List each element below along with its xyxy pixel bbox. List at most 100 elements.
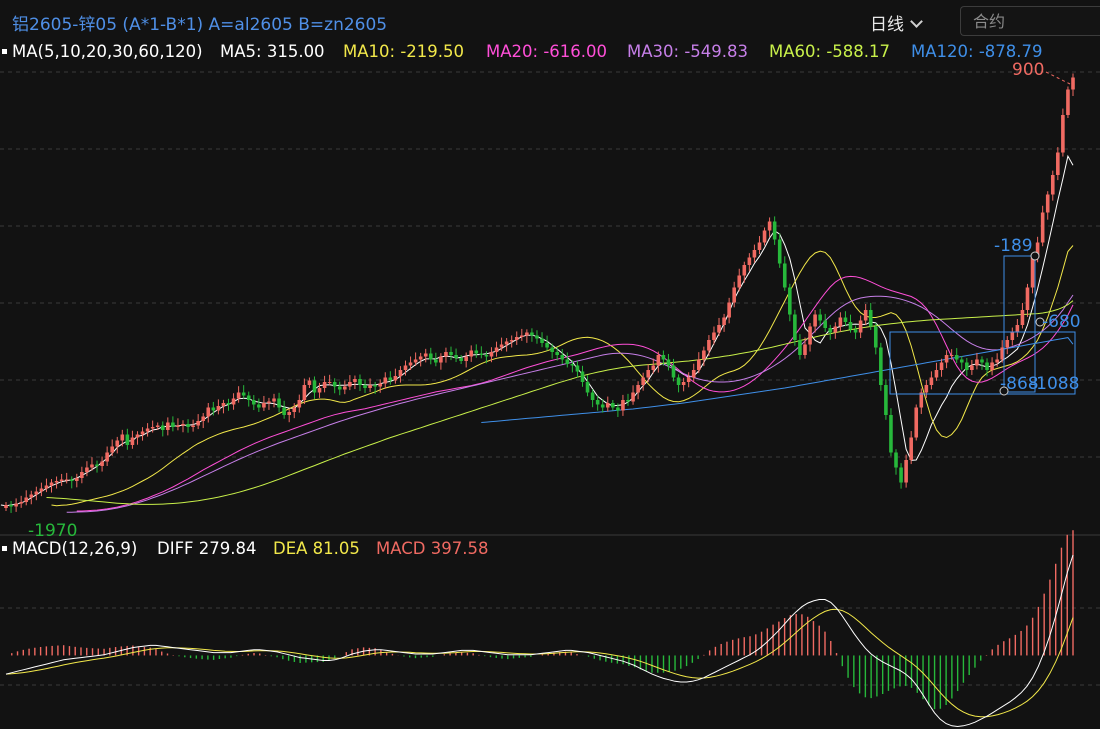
candle-body [115,440,120,447]
candle-body [454,355,458,358]
candle-body [626,400,630,402]
candle-body [95,464,99,466]
candle-body [985,362,989,370]
candle-body [1050,175,1055,195]
candle-body [257,404,261,408]
candle-body [570,364,575,366]
candle-body [772,221,777,240]
candle-body [929,377,934,385]
candle-body [959,359,964,363]
candle-body [555,352,559,355]
candle-body [181,424,185,426]
candle-body [413,359,418,363]
candle-body [803,344,807,355]
candle-body [661,355,666,360]
candle-body [74,478,79,481]
candle-body [378,383,383,387]
candle-body [707,340,711,351]
candle-body [24,497,29,502]
candle-body [246,395,251,400]
candle-body [696,359,701,370]
candle-body [1045,194,1050,213]
candle-body [1025,287,1030,310]
candle-body [1030,257,1035,288]
low-marker-label: -1970 [28,521,77,541]
candle-body [752,250,757,258]
candle-body [646,370,651,378]
candle-body [469,350,474,357]
candle-body [838,317,843,327]
candle-body [565,359,570,364]
candle-body [671,365,676,378]
candle-body [990,362,994,370]
candle-body [560,355,565,360]
candle-body [403,365,408,370]
high-marker-leader [1045,71,1071,85]
candle-body [383,377,388,384]
candle-body [600,404,605,408]
candle-body [520,335,524,337]
candle-body [241,392,246,396]
candle-body [130,437,135,445]
candle-body [808,326,812,345]
candle-body [954,355,959,360]
candle-body [848,322,853,330]
candle-body [100,461,104,466]
candle-body [155,425,160,427]
candle-body [408,362,413,366]
candle-body [358,379,362,385]
candle-body [894,452,898,468]
candle-body [59,479,64,481]
candle-body [793,314,797,340]
candle-body [980,359,984,363]
candle-body [939,362,944,370]
candle-body [575,365,580,372]
candle-body [975,359,979,366]
candle-body [788,287,792,315]
candle-body [550,347,554,352]
candle-body [418,356,423,360]
candle-body [105,452,109,462]
candle-body [757,242,762,250]
candle-body [813,314,817,327]
candle-body [216,406,221,411]
candle-body [221,403,226,406]
candle-body [287,412,291,415]
box-top-label: -189 [994,236,1033,256]
candle-body [34,491,39,495]
candle-body [444,352,448,357]
candle-body [388,377,393,381]
candle-body [201,416,206,421]
candle-body [585,382,590,393]
candle-body [884,385,888,415]
candle-body [666,359,671,366]
candle-body [393,376,398,381]
candle-body [1015,325,1020,333]
candle-body [545,343,549,348]
candle-body [145,428,150,432]
candle-body [14,503,18,507]
candle-body [297,400,302,408]
candle-body [368,385,372,388]
candle-body [676,377,681,385]
candle-body [767,221,772,231]
candle-body [1061,115,1065,153]
dea-line [5,608,1074,718]
candle-body [292,407,297,412]
candle-body [656,355,661,366]
candle-body [69,479,74,481]
candle-body [251,400,256,405]
candle-body [509,340,514,342]
candle-body [236,392,241,399]
candle-body [616,407,620,411]
candle-body [459,358,463,361]
candle-body [439,356,443,363]
price-chart[interactable]: -189 -868 -1088 -680 900 -1970 [0,0,1100,729]
candle-body [211,407,216,411]
candle-body [717,325,721,333]
candle-body [19,502,23,504]
candle-body [949,355,954,356]
candle-body [120,434,125,441]
candle-body [140,431,145,435]
candle-body [742,265,747,276]
